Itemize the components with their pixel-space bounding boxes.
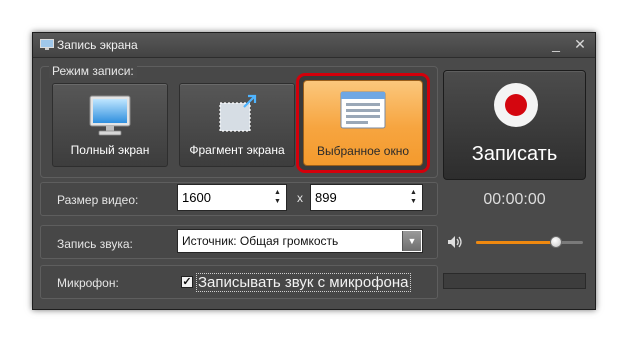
- audio-source-select[interactable]: Источник: Общая громкость ▼: [177, 229, 423, 253]
- height-value: 899: [315, 190, 337, 205]
- microphone-checkbox[interactable]: ✓: [181, 276, 193, 288]
- size-separator: x: [297, 191, 303, 205]
- chevron-down-icon[interactable]: ▼: [402, 231, 421, 251]
- mode-window-button[interactable]: Выбранное окно: [296, 73, 430, 173]
- mode-fragment-button[interactable]: Фрагмент экрана: [179, 83, 295, 167]
- mode-fullscreen-button[interactable]: Полный экран: [52, 83, 168, 167]
- audio-source-value: Источник: Общая громкость: [182, 234, 339, 248]
- volume-slider-fill: [476, 241, 557, 244]
- checkmark-icon: ✓: [182, 276, 192, 288]
- speaker-icon: [448, 236, 462, 248]
- window-content: Режим записи: Полный экран Фрагмент экра…: [33, 33, 595, 309]
- microphone-checkbox-label[interactable]: Записывать звук с микрофона: [196, 273, 411, 292]
- mic-level-meter: [443, 273, 586, 289]
- window-icon: [340, 91, 386, 129]
- height-spinbox[interactable]: 899 ▲ ▼: [310, 184, 423, 211]
- video-size-label: Размер видео:: [57, 193, 139, 207]
- mode-group-label: Режим записи:: [49, 64, 137, 78]
- spin-arrows-icon[interactable]: ▲ ▼: [274, 188, 282, 206]
- width-value: 1600: [182, 190, 211, 205]
- volume-slider[interactable]: [476, 236, 583, 248]
- record-button[interactable]: Записать: [443, 70, 586, 180]
- fragment-icon: [219, 94, 257, 132]
- width-spinbox[interactable]: 1600 ▲ ▼: [177, 184, 287, 211]
- mode-fullscreen-label: Полный экран: [70, 143, 150, 157]
- record-dot: [505, 94, 527, 116]
- mode-fragment-label: Фрагмент экрана: [189, 143, 285, 157]
- audio-label: Запись звука:: [57, 237, 133, 251]
- recording-timer: 00:00:00: [483, 191, 546, 208]
- monitor-icon: [89, 95, 131, 136]
- record-label: Записать: [471, 143, 558, 165]
- mode-window-label: Выбранное окно: [316, 144, 409, 158]
- volume-slider-thumb[interactable]: [550, 236, 563, 248]
- microphone-label: Микрофон:: [57, 276, 119, 290]
- spin-arrows-icon[interactable]: ▲ ▼: [410, 188, 418, 206]
